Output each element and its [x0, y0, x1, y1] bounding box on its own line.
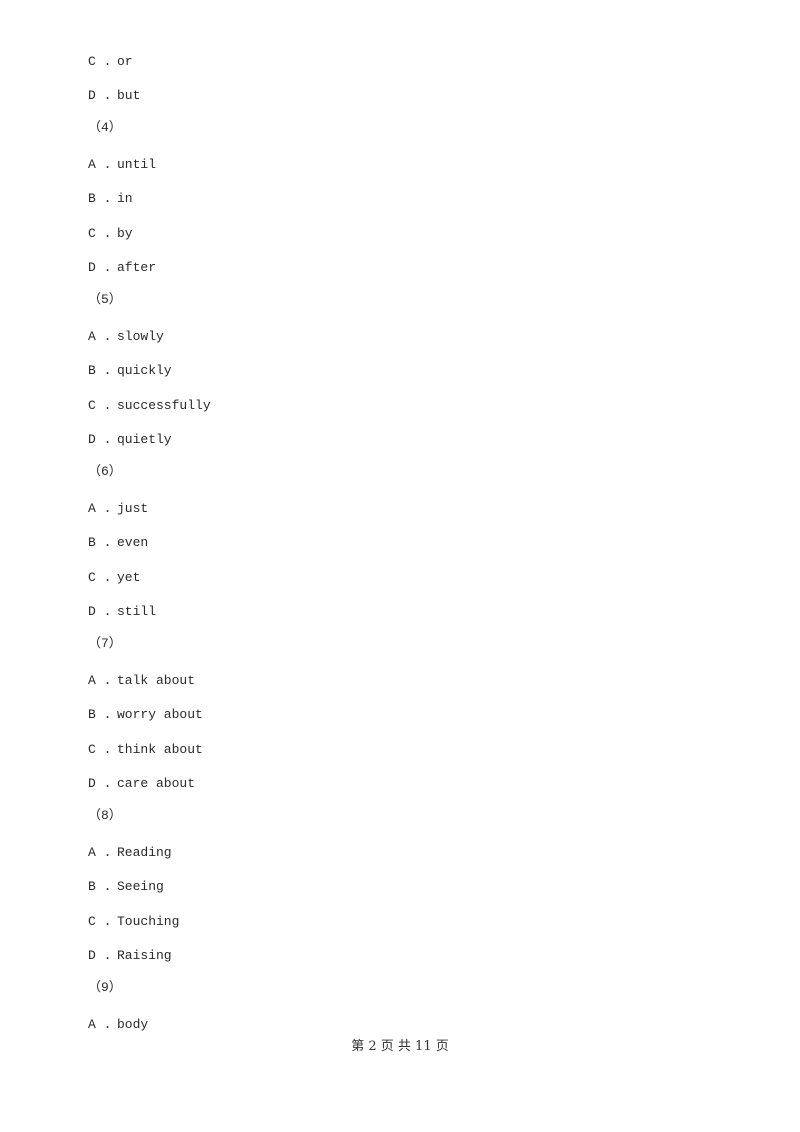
- option-letter: C .: [88, 570, 112, 585]
- option-letter: A .: [88, 329, 112, 344]
- answer-option: D . quietly: [88, 432, 172, 448]
- question-number: （5）: [88, 292, 122, 307]
- answer-option: A . body: [88, 1017, 148, 1033]
- question-number: （9）: [88, 980, 122, 995]
- option-letter: B .: [88, 535, 112, 550]
- option-text: even: [117, 535, 149, 550]
- question-number: （8）: [88, 808, 122, 823]
- option-text: yet: [117, 570, 141, 585]
- answer-option: B . worry about: [88, 707, 203, 723]
- option-text: body: [117, 1017, 149, 1032]
- answer-option: C . by: [88, 226, 133, 242]
- answer-option: C . successfully: [88, 398, 211, 414]
- option-text: successfully: [117, 398, 211, 413]
- answer-option: C . or: [88, 54, 133, 70]
- answer-option: C . yet: [88, 570, 140, 586]
- option-letter: D .: [88, 604, 112, 619]
- option-letter: B .: [88, 707, 112, 722]
- answer-option: A . just: [88, 501, 148, 517]
- option-text: in: [117, 191, 133, 206]
- answer-option: D . but: [88, 88, 140, 104]
- option-letter: C .: [88, 398, 112, 413]
- option-letter: D .: [88, 260, 112, 275]
- option-text: talk about: [117, 673, 196, 688]
- answer-option: A . slowly: [88, 329, 164, 345]
- option-text: just: [117, 501, 149, 516]
- page-footer: 第 2 页 共 11 页: [351, 1039, 449, 1054]
- option-text: Seeing: [117, 879, 164, 894]
- answer-option: A . talk about: [88, 673, 195, 689]
- option-text: quietly: [117, 432, 172, 447]
- option-text: still: [117, 604, 157, 619]
- option-text: Reading: [117, 845, 172, 860]
- option-letter: A .: [88, 673, 112, 688]
- option-text: or: [117, 54, 133, 69]
- answer-option: B . even: [88, 535, 148, 551]
- option-letter: B .: [88, 879, 112, 894]
- answer-option: B . Seeing: [88, 879, 164, 895]
- option-text: worry about: [117, 707, 203, 722]
- option-letter: D .: [88, 948, 112, 963]
- answer-option: B . in: [88, 191, 133, 207]
- answer-option: D . still: [88, 604, 156, 620]
- answer-option: A . until: [88, 157, 156, 173]
- answer-option: C . think about: [88, 742, 203, 758]
- answer-option: A . Reading: [88, 845, 172, 861]
- option-letter: C .: [88, 914, 112, 929]
- option-text: after: [117, 260, 157, 275]
- option-letter: B .: [88, 191, 112, 206]
- answer-option: D . Raising: [88, 948, 172, 964]
- question-number: （6）: [88, 464, 122, 479]
- question-number: （7）: [88, 636, 122, 651]
- answer-option: D . care about: [88, 776, 195, 792]
- option-letter: A .: [88, 1017, 112, 1032]
- option-text: quickly: [117, 363, 172, 378]
- option-text: slowly: [117, 329, 164, 344]
- option-letter: A .: [88, 501, 112, 516]
- option-letter: A .: [88, 157, 112, 172]
- option-letter: C .: [88, 742, 112, 757]
- option-letter: D .: [88, 432, 112, 447]
- option-text: Touching: [117, 914, 180, 929]
- option-letter: A .: [88, 845, 112, 860]
- option-letter: C .: [88, 54, 112, 69]
- option-letter: B .: [88, 363, 112, 378]
- option-letter: D .: [88, 88, 112, 103]
- question-number: （4）: [88, 120, 122, 135]
- option-text: think about: [117, 742, 203, 757]
- option-letter: D .: [88, 776, 112, 791]
- answer-option: D . after: [88, 260, 156, 276]
- option-text: but: [117, 88, 141, 103]
- answer-option: C . Touching: [88, 914, 179, 930]
- option-text: Raising: [117, 948, 172, 963]
- answer-option: B . quickly: [88, 363, 172, 379]
- option-text: until: [117, 157, 157, 172]
- option-text: by: [117, 226, 133, 241]
- document-page: C . or D . but （4） A . until B . in C . by D . after…: [0, 0, 800, 1132]
- option-text: care about: [117, 776, 196, 791]
- option-letter: C .: [88, 226, 112, 241]
